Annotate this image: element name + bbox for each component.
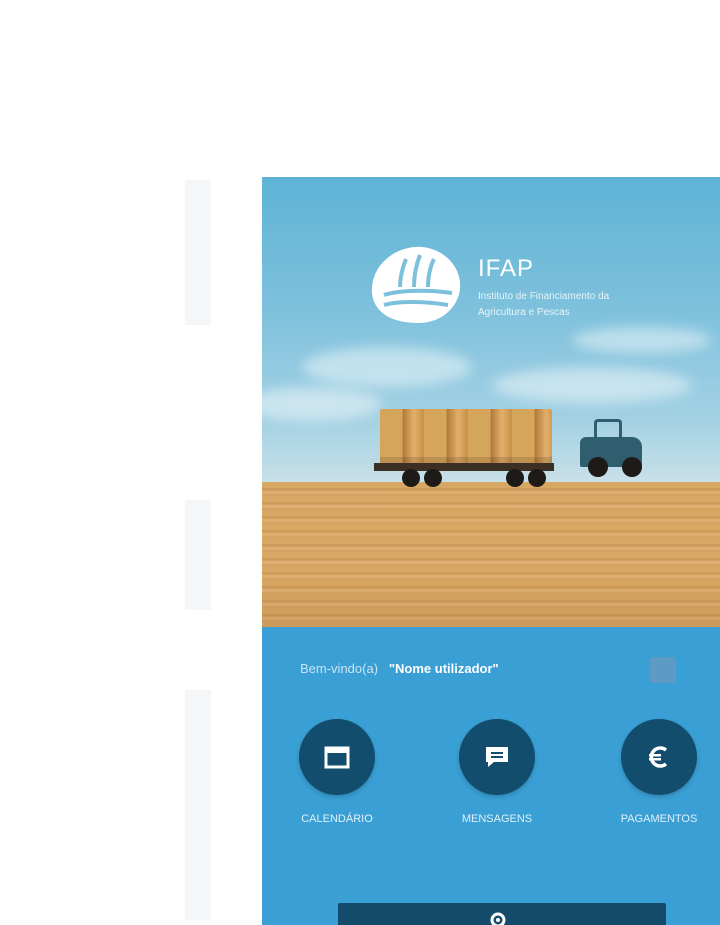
background-artifact bbox=[185, 690, 211, 920]
calendar-icon bbox=[324, 746, 350, 769]
bottom-action-button[interactable] bbox=[338, 903, 666, 925]
welcome-label: Bem-vindo(a) bbox=[300, 661, 379, 676]
hay-trailer bbox=[380, 409, 552, 465]
app-subtitle: Instituto de Financiamento da Agricultur… bbox=[478, 291, 610, 318]
app-title: IFAP bbox=[478, 255, 535, 282]
welcome-message: Bem-vindo(a) "Nome utilizador" bbox=[300, 661, 499, 676]
background-artifact bbox=[185, 180, 211, 325]
hero-banner: IFAP Instituto de Financiamento da Agric… bbox=[262, 177, 720, 627]
wheat-field bbox=[262, 482, 720, 627]
calendar-button[interactable]: CALENDÁRIO bbox=[262, 719, 412, 825]
user-name: "Nome utilizador" bbox=[388, 661, 499, 676]
messages-label: MENSAGENS bbox=[461, 813, 533, 825]
messages-button[interactable]: MENSAGENS bbox=[422, 719, 572, 825]
calendar-label: CALENDÁRIO bbox=[301, 813, 373, 825]
ifap-logo-icon bbox=[362, 237, 466, 331]
settings-icon bbox=[490, 912, 506, 925]
euro-icon bbox=[649, 746, 668, 768]
app-screen: IFAP Instituto de Financiamento da Agric… bbox=[262, 177, 720, 925]
payments-button[interactable]: PAGAMENTOS bbox=[584, 719, 720, 825]
message-icon bbox=[486, 747, 508, 767]
profile-button[interactable] bbox=[650, 657, 676, 683]
background-artifact bbox=[185, 500, 211, 610]
payments-label: PAGAMENTOS bbox=[620, 813, 698, 825]
main-panel: Bem-vindo(a) "Nome utilizador" CALENDÁRI… bbox=[262, 627, 720, 925]
